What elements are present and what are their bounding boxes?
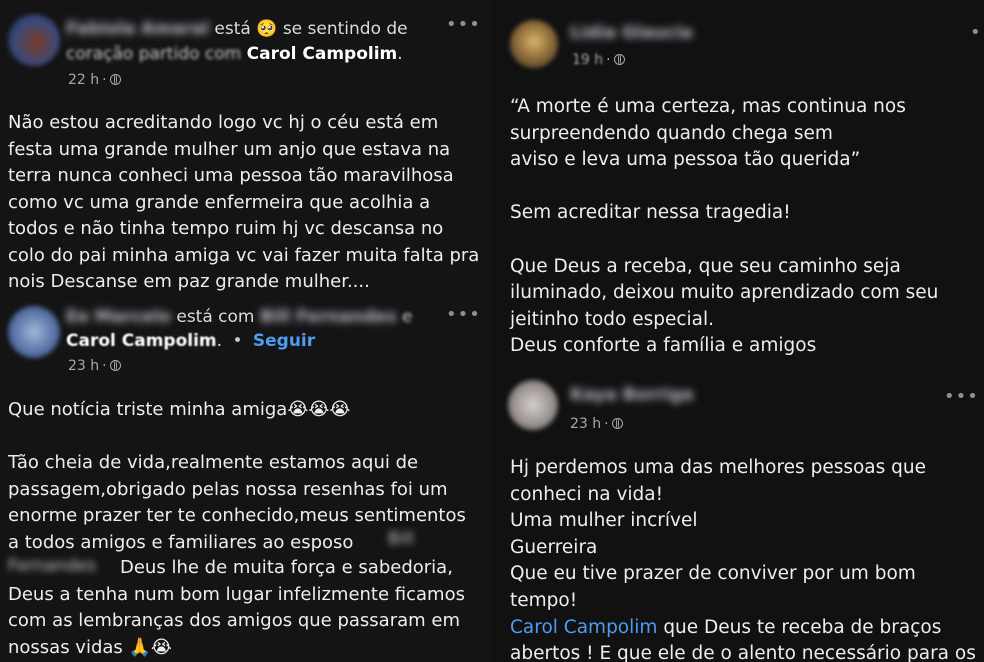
more-options-icon[interactable]: •••	[446, 16, 481, 34]
more-options-icon[interactable]: •••	[970, 24, 984, 42]
tagged-user-link[interactable]: Carol Campolim	[66, 331, 217, 351]
post-meta: 22 h ·	[68, 72, 121, 88]
post-header: Kaya Borriga	[570, 384, 693, 406]
post-body-continued: Deus lhe de muita força e sabedoria, Deu…	[8, 557, 465, 658]
author-name[interactable]: Kaya Borriga	[570, 385, 693, 405]
tagged-user-blurred[interactable]: Bill Fernandes	[260, 307, 397, 327]
mentioned-spouse-blurred[interactable]: Bill	[388, 529, 414, 549]
verb-text: está	[214, 19, 251, 39]
separator-dot: •	[232, 331, 243, 351]
post-meta: 19 h ·	[572, 52, 625, 68]
globe-icon	[611, 418, 623, 429]
timestamp[interactable]: 23 h	[68, 358, 99, 374]
post-2: Ee Marcelo está com Bill Fernandes e Car…	[0, 300, 492, 662]
globe-icon	[109, 74, 121, 85]
post-header-line2: Carol Campolim. • Seguir	[66, 331, 316, 351]
post-header-line2: coração partido com Carol Campolim.	[66, 44, 403, 64]
conjunction-text: e	[402, 307, 413, 327]
avatar[interactable]	[8, 14, 60, 66]
globe-icon	[613, 54, 625, 65]
post-3: Lidia Glaucia 19 h· ••• “A morte é uma c…	[492, 0, 984, 380]
post-1: Fabiola Amaral está 🥺 se sentindo de cor…	[0, 0, 492, 300]
timestamp[interactable]: 23 h	[570, 416, 601, 432]
feeling-emoji: 🥺	[256, 19, 278, 39]
post-body: “A morte é uma certeza, mas continua nos…	[510, 96, 939, 357]
post-4: Kaya Borriga 23 h · ••• Hj perdemos uma d…	[492, 370, 984, 662]
post-meta: 23 h ·	[68, 358, 121, 374]
left-feed-column: Fabiola Amaral está 🥺 se sentindo de cor…	[0, 0, 492, 662]
author-name[interactable]: Ee Marcelo	[66, 307, 171, 327]
post-body: Não estou acreditando logo vc hj o céu e…	[8, 112, 480, 292]
tagged-user-link[interactable]: Carol Campolim	[247, 44, 398, 64]
globe-icon	[109, 360, 121, 371]
avatar[interactable]	[508, 380, 558, 430]
avatar[interactable]	[510, 20, 558, 68]
author-name[interactable]: Fabiola Amaral	[66, 19, 209, 39]
more-options-icon[interactable]: •••	[446, 306, 481, 324]
post-header: Lidia Glaucia	[570, 22, 693, 44]
post-body-text: Hj perdemos uma das melhores pessoas que…	[510, 457, 926, 611]
post-header: Ee Marcelo está com Bill Fernandes e	[66, 306, 412, 328]
feeling-text: se sentindo de	[282, 19, 408, 39]
post-body: Tão cheia de vida,realmente estamos aqui…	[8, 452, 466, 553]
author-name[interactable]: Lidia Glaucia	[570, 23, 693, 43]
feeling-text-2: coração partido com	[66, 44, 242, 64]
right-feed-column: Lidia Glaucia 19 h· ••• “A morte é uma c…	[492, 0, 984, 662]
timestamp[interactable]: 22 h	[68, 72, 99, 88]
timestamp[interactable]: 19 h	[572, 52, 603, 68]
verb-text: está com	[176, 307, 255, 327]
avatar[interactable]	[8, 306, 60, 358]
post-header: Fabiola Amaral está 🥺 se sentindo de	[66, 18, 408, 40]
more-options-icon[interactable]: •••	[944, 388, 979, 406]
post-body-first-line: Que notícia triste minha amiga😭😭😭	[8, 399, 351, 420]
follow-button[interactable]: Seguir	[253, 331, 315, 351]
post-body: Hj perdemos uma das melhores pessoas que…	[510, 455, 980, 662]
post-meta: 23 h ·	[570, 416, 623, 432]
mention-link[interactable]: Carol Campolim	[510, 617, 657, 638]
